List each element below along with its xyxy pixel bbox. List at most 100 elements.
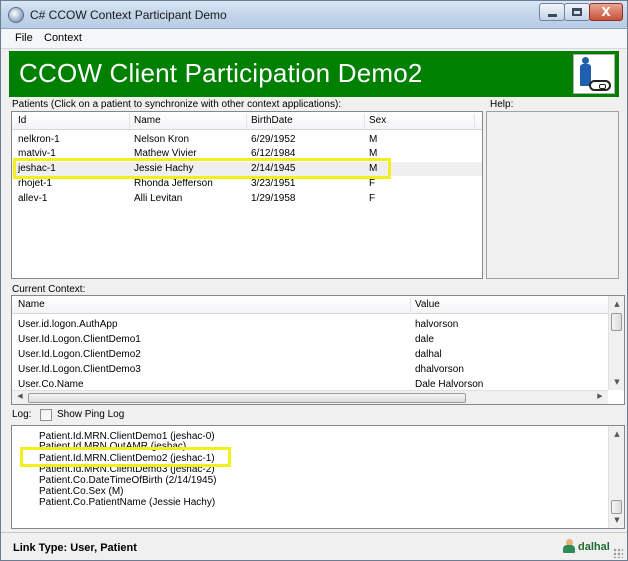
context-row[interactable]: User.Id.Logon.ClientDemo1 dale (12, 333, 608, 347)
ccow-logo-icon (573, 54, 615, 94)
patient-id: matviv-1 (18, 148, 56, 159)
menu-bar: File Context (1, 29, 627, 49)
patient-row[interactable]: rhojet-1 Rhonda Jefferson 3/23/1951 F (12, 177, 482, 191)
patient-birthdate: 1/29/1958 (251, 193, 296, 204)
column-divider[interactable] (474, 114, 475, 128)
resize-grip-icon[interactable] (613, 548, 623, 558)
menu-file[interactable]: File (15, 32, 33, 44)
patient-name: Rhonda Jefferson (134, 178, 213, 189)
chain-link-icon (589, 80, 611, 91)
show-ping-log-label[interactable]: Show Ping Log (57, 409, 124, 420)
column-header-birthdate[interactable]: BirthDate (251, 115, 293, 126)
patients-header: Id Name BirthDate Sex (12, 112, 482, 130)
patient-sex: M (369, 134, 378, 145)
context-item-value: Dale Halvorson (415, 379, 484, 390)
column-header-sex[interactable]: Sex (369, 115, 386, 126)
patient-birthdate: 6/12/1984 (251, 148, 296, 159)
minimize-icon (547, 13, 557, 17)
context-row[interactable]: User.id.logon.AuthApp halvorson (12, 318, 608, 332)
patient-birthdate: 2/14/1945 (251, 163, 296, 174)
patient-name: Nelson Kron (134, 134, 190, 145)
column-divider[interactable] (364, 114, 365, 128)
context-item-name: User.Id.Logon.ClientDemo1 (18, 334, 141, 345)
log-output[interactable]: Patient.Id.MRN.ClientDemo1 (jeshac-0) Pa… (11, 425, 625, 529)
header-banner: CCOW Client Participation Demo2 (9, 51, 619, 97)
patient-id: allev-1 (18, 193, 48, 204)
column-divider[interactable] (129, 114, 130, 128)
patient-row[interactable]: allev-1 Alli Levitan 1/29/1958 F (12, 192, 482, 206)
log-line: Patient.Id.MRN.ClientDemo3 (jeshac-2) (39, 464, 215, 475)
context-item-value: dale (415, 334, 434, 345)
patient-sex: M (369, 148, 378, 159)
user-icon-body (563, 545, 575, 553)
patient-name: Alli Levitan (134, 193, 183, 204)
close-icon: X (601, 5, 611, 19)
log-line: Patient.Id.MRN.OutAMR (jeshac) (39, 441, 187, 452)
current-user: dalhal (578, 541, 610, 553)
log-line: Patient.Id.MRN.ClientDemo2 (jeshac-1) (39, 453, 215, 464)
scroll-down-arrow-icon[interactable]: ▼ (609, 512, 625, 528)
patient-birthdate: 6/29/1952 (251, 134, 296, 145)
context-header: Name Value (12, 296, 608, 314)
context-item-name: User.id.logon.AuthApp (18, 319, 118, 330)
patients-list[interactable]: Id Name BirthDate Sex nelkron-1 Nelson K… (11, 111, 483, 279)
patient-sex: F (369, 193, 376, 204)
patient-id: nelkron-1 (18, 134, 60, 145)
horizontal-scroll-thumb[interactable] (28, 393, 466, 403)
patient-sex: F (369, 178, 376, 189)
help-label: Help: (490, 99, 514, 110)
status-bar: Link Type: User, Patient dalhal (1, 532, 627, 560)
context-list[interactable]: Name Value User.id.logon.AuthApp halvors… (11, 295, 625, 405)
patient-name: Mathew Vivier (134, 148, 197, 159)
log-label: Log: (12, 409, 32, 420)
log-line: Patient.Co.DateTimeOfBirth (2/14/1945) (39, 475, 217, 486)
menu-context[interactable]: Context (44, 32, 82, 44)
scroll-up-arrow-icon[interactable]: ▲ (609, 426, 625, 442)
patient-row[interactable]: matviv-1 Mathew Vivier 6/12/1984 M (12, 147, 482, 161)
close-button[interactable]: X (589, 3, 623, 21)
patient-row[interactable]: nelkron-1 Nelson Kron 6/29/1952 M (12, 133, 482, 147)
maximize-button[interactable] (564, 3, 590, 21)
patients-label: Patients (Click on a patient to synchron… (12, 99, 342, 110)
banner-title: CCOW Client Participation Demo2 (19, 58, 423, 88)
context-item-name: User.Id.Logon.ClientDemo3 (18, 364, 141, 375)
context-vertical-scrollbar[interactable]: ▲ ▼ (608, 296, 624, 390)
link-type-status: Link Type: User, Patient (13, 542, 137, 554)
help-panel (486, 111, 619, 279)
context-row[interactable]: User.Id.Logon.ClientDemo3 dhalvorson (12, 363, 608, 377)
column-header-name[interactable]: Name (18, 299, 45, 310)
current-context-label: Current Context: (12, 284, 86, 295)
maximize-icon (572, 8, 582, 16)
column-header-id[interactable]: Id (18, 115, 26, 126)
log-line: Patient.Co.PatientName (Jessie Hachy) (39, 497, 216, 508)
column-divider[interactable] (410, 298, 411, 312)
context-item-name: User.Id.Logon.ClientDemo2 (18, 349, 141, 360)
context-item-value: dhalvorson (415, 364, 464, 375)
patient-birthdate: 3/23/1951 (251, 178, 296, 189)
column-divider[interactable] (246, 114, 247, 128)
window-title: C# CCOW Context Participant Demo (30, 8, 227, 22)
app-globe-icon[interactable] (8, 7, 24, 23)
show-ping-log-checkbox[interactable] (40, 409, 52, 421)
scroll-up-arrow-icon[interactable]: ▲ (609, 296, 625, 312)
patient-id: jeshac-1 (18, 163, 56, 174)
column-header-value[interactable]: Value (415, 299, 440, 310)
patient-name: Jessie Hachy (134, 163, 194, 174)
context-item-value: dalhal (415, 349, 442, 360)
scroll-down-arrow-icon[interactable]: ▼ (609, 374, 625, 390)
minimize-button[interactable] (539, 3, 565, 21)
title-bar[interactable]: C# CCOW Context Participant Demo X (1, 1, 627, 29)
logo-person-head (582, 57, 589, 64)
log-vertical-scrollbar[interactable]: ▲ ▼ (608, 426, 624, 528)
scroll-right-arrow-icon[interactable]: ▶ (592, 389, 608, 403)
scroll-left-arrow-icon[interactable]: ◀ (12, 389, 28, 403)
context-horizontal-scrollbar[interactable]: ◀ ▶ (12, 390, 608, 404)
patient-id: rhojet-1 (18, 178, 52, 189)
patient-sex: M (369, 163, 378, 174)
context-row[interactable]: User.Id.Logon.ClientDemo2 dalhal (12, 348, 608, 362)
app-window: C# CCOW Context Participant Demo X File … (0, 0, 628, 561)
scroll-thumb[interactable] (611, 313, 622, 331)
column-header-name[interactable]: Name (134, 115, 161, 126)
context-item-value: halvorson (415, 319, 459, 330)
patient-row-selected[interactable]: jeshac-1 Jessie Hachy 2/14/1945 M (12, 162, 482, 176)
